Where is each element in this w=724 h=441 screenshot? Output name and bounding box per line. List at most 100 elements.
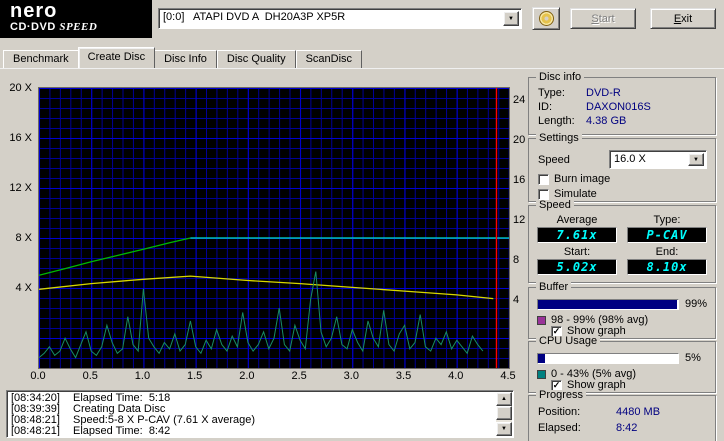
checkbox-label: Burn image (554, 173, 611, 185)
app-window: nero CD·DVD SPEED [0:0] ATAPI DVD A DH20… (0, 0, 724, 441)
log-message: Elapsed Time: 8:42 (73, 425, 171, 437)
cpu-title: CPU Usage (536, 336, 601, 347)
lcd-type: P-CAV (627, 227, 707, 243)
x-axis-tick: 2.5 (291, 370, 307, 382)
info-label: Elapsed: (538, 422, 581, 434)
y-right-tick: 4 (513, 294, 520, 306)
speed-title: Speed (536, 200, 574, 211)
start-button[interactable]: Start (570, 8, 636, 29)
x-axis-tick: 1.0 (134, 370, 151, 382)
info-row: Length: 4.38 GB (538, 115, 709, 127)
speed-readouts: Average 7.61x Type: P-CAV Start: 5.02x End: 8.1… (537, 214, 707, 276)
speed-selector[interactable]: 16.0 X ▼ (609, 150, 707, 169)
info-row: Type: DVD-R (538, 87, 709, 99)
buffer-percent: 99% (685, 298, 708, 310)
cpu-color-swatch (537, 369, 546, 379)
scrollbar-thumb[interactable] (496, 406, 512, 420)
disc-icon (538, 11, 554, 26)
tab-disc-info[interactable]: Disc Info (154, 50, 217, 68)
y-left-tick: 8 X (15, 232, 32, 244)
scroll-down-icon[interactable]: ▼ (496, 422, 512, 436)
x-axis-tick: 1.5 (187, 370, 203, 382)
speed-cell: End: 8.10x (627, 246, 707, 277)
speed-cell-label: Type: (653, 214, 681, 226)
speed-group: Speed Average 7.61x Type: P-CAV Start: 5.02x E… (528, 200, 716, 283)
drive-selector-value: [0:0] ATAPI DVD A DH20A3P XP5R (163, 11, 346, 23)
drive-selector[interactable]: [0:0] ATAPI DVD A DH20A3P XP5R ▼ (158, 8, 522, 29)
disc-info-rows: Type: DVD-R ID: DAXON016S Length: 4.38 GB (538, 87, 709, 129)
tab-disc-quality[interactable]: Disc Quality (216, 50, 296, 68)
series-rotation-speed (39, 275, 494, 300)
y-left-tick: 12 X (9, 182, 32, 194)
y-left-tick: 16 X (9, 132, 32, 144)
series-cpu-usage (39, 271, 484, 359)
y-left-tick: 20 X (9, 82, 32, 94)
cpu-percent: 5% (685, 352, 701, 364)
log-line: [08:48:21] Elapsed Time: 8:42 (11, 425, 494, 437)
nero-logo: nero CD·DVD SPEED (0, 0, 152, 38)
y-right-tick: 20 (513, 134, 526, 146)
y-right-tick: 16 (513, 174, 526, 186)
checkbox-box (538, 188, 549, 200)
cpu-usage-group: CPU Usage 5% 0 - 43% (5% avg) ✓ Show gra… (528, 336, 716, 393)
scroll-up-icon[interactable]: ▲ (496, 392, 512, 406)
speed-cell: Type: P-CAV (627, 214, 707, 245)
progress-rows: Position: 4480 MB Elapsed: 8:42 (538, 406, 709, 438)
info-row: ID: DAXON016S (538, 101, 709, 113)
tab-benchmark[interactable]: Benchmark (3, 50, 79, 68)
checkbox-box (538, 173, 549, 185)
buffer-color-swatch (537, 315, 546, 325)
speed-label: Speed (538, 153, 570, 166)
info-value: DAXON016S (586, 101, 651, 113)
buffer-bar-fill (538, 300, 677, 309)
settings-title: Settings (536, 133, 582, 144)
buffer-bar (537, 299, 679, 310)
y-right-tick: 24 (513, 94, 526, 106)
speed-selector-value: 16.0 X (614, 153, 646, 165)
tab-page-create-disc: 20 X 16 X 12 X 8 X 4 X 24 20 16 12 8 4 0.0 0.5 1.0 1… (0, 68, 724, 441)
x-axis-tick: 3.5 (395, 370, 412, 382)
tab-scandisc[interactable]: ScanDisc (295, 50, 363, 68)
eject-button[interactable] (532, 7, 560, 30)
cpu-bar (537, 353, 679, 364)
disc-info-group: Disc info Type: DVD-R ID: DAXON016S Length: 4… (528, 72, 716, 135)
buffer-title: Buffer (536, 282, 572, 293)
tab-create-disc[interactable]: Create Disc (77, 47, 156, 68)
speed-graph (39, 88, 509, 368)
y-right-tick: 12 (513, 214, 526, 226)
exit-button[interactable]: Exit (650, 8, 716, 29)
log-panel: [08:34:20] Elapsed Time: 5:18 [08:39:39] Cr… (6, 390, 514, 438)
x-axis-tick: 3.0 (343, 370, 359, 382)
checkbox-burn-image[interactable]: Burn image (538, 173, 610, 185)
x-axis-tick: 0.5 (82, 370, 98, 382)
buffer-group: Buffer 99% 98 - 99% (98% avg) ✓ Show gra… (528, 282, 716, 339)
info-value: DVD-R (586, 87, 621, 99)
y-right-tick: 8 (513, 254, 520, 266)
progress-title: Progress (536, 390, 587, 401)
chevron-down-icon[interactable]: ▼ (503, 11, 519, 26)
lcd-end: 8.10x (627, 258, 707, 275)
info-label: Position: (538, 406, 581, 418)
x-axis-tick: 0.0 (30, 370, 46, 382)
tab-bar: Benchmark Create Disc Disc Info Disc Qualit… (3, 47, 363, 68)
settings-group: Settings Speed 16.0 X ▼ Burn image Simula… (528, 133, 716, 202)
info-value: 8:42 (616, 422, 638, 434)
info-label: Type: (538, 87, 565, 99)
series-write-speed-ramp (39, 237, 191, 276)
x-axis: 0.0 0.5 1.0 1.5 2.0 2.5 3.0 3.5 4.0 4.5 (30, 370, 515, 382)
log-timestamp: [08:48:21] (11, 425, 60, 437)
info-label: Length: (538, 115, 575, 127)
disc-info-title: Disc info (536, 72, 585, 83)
chevron-down-icon[interactable]: ▼ (688, 153, 704, 166)
lcd-start: 5.02x (537, 258, 617, 275)
speed-cell: Start: 5.02x (537, 246, 617, 277)
info-row: Position: 4480 MB (538, 406, 709, 418)
log-scrollbar[interactable]: ▲ ▼ (496, 392, 512, 436)
speed-cell-label: Average (556, 214, 598, 226)
cpu-bar-fill (538, 354, 545, 363)
chart-plot-area (38, 87, 510, 369)
speed-cell-label: End: (655, 245, 679, 258)
log-lines: [08:34:20] Elapsed Time: 5:18 [08:39:39] Cr… (11, 393, 494, 436)
info-value: 4480 MB (616, 406, 661, 418)
x-axis-tick: 4.5 (500, 370, 516, 382)
